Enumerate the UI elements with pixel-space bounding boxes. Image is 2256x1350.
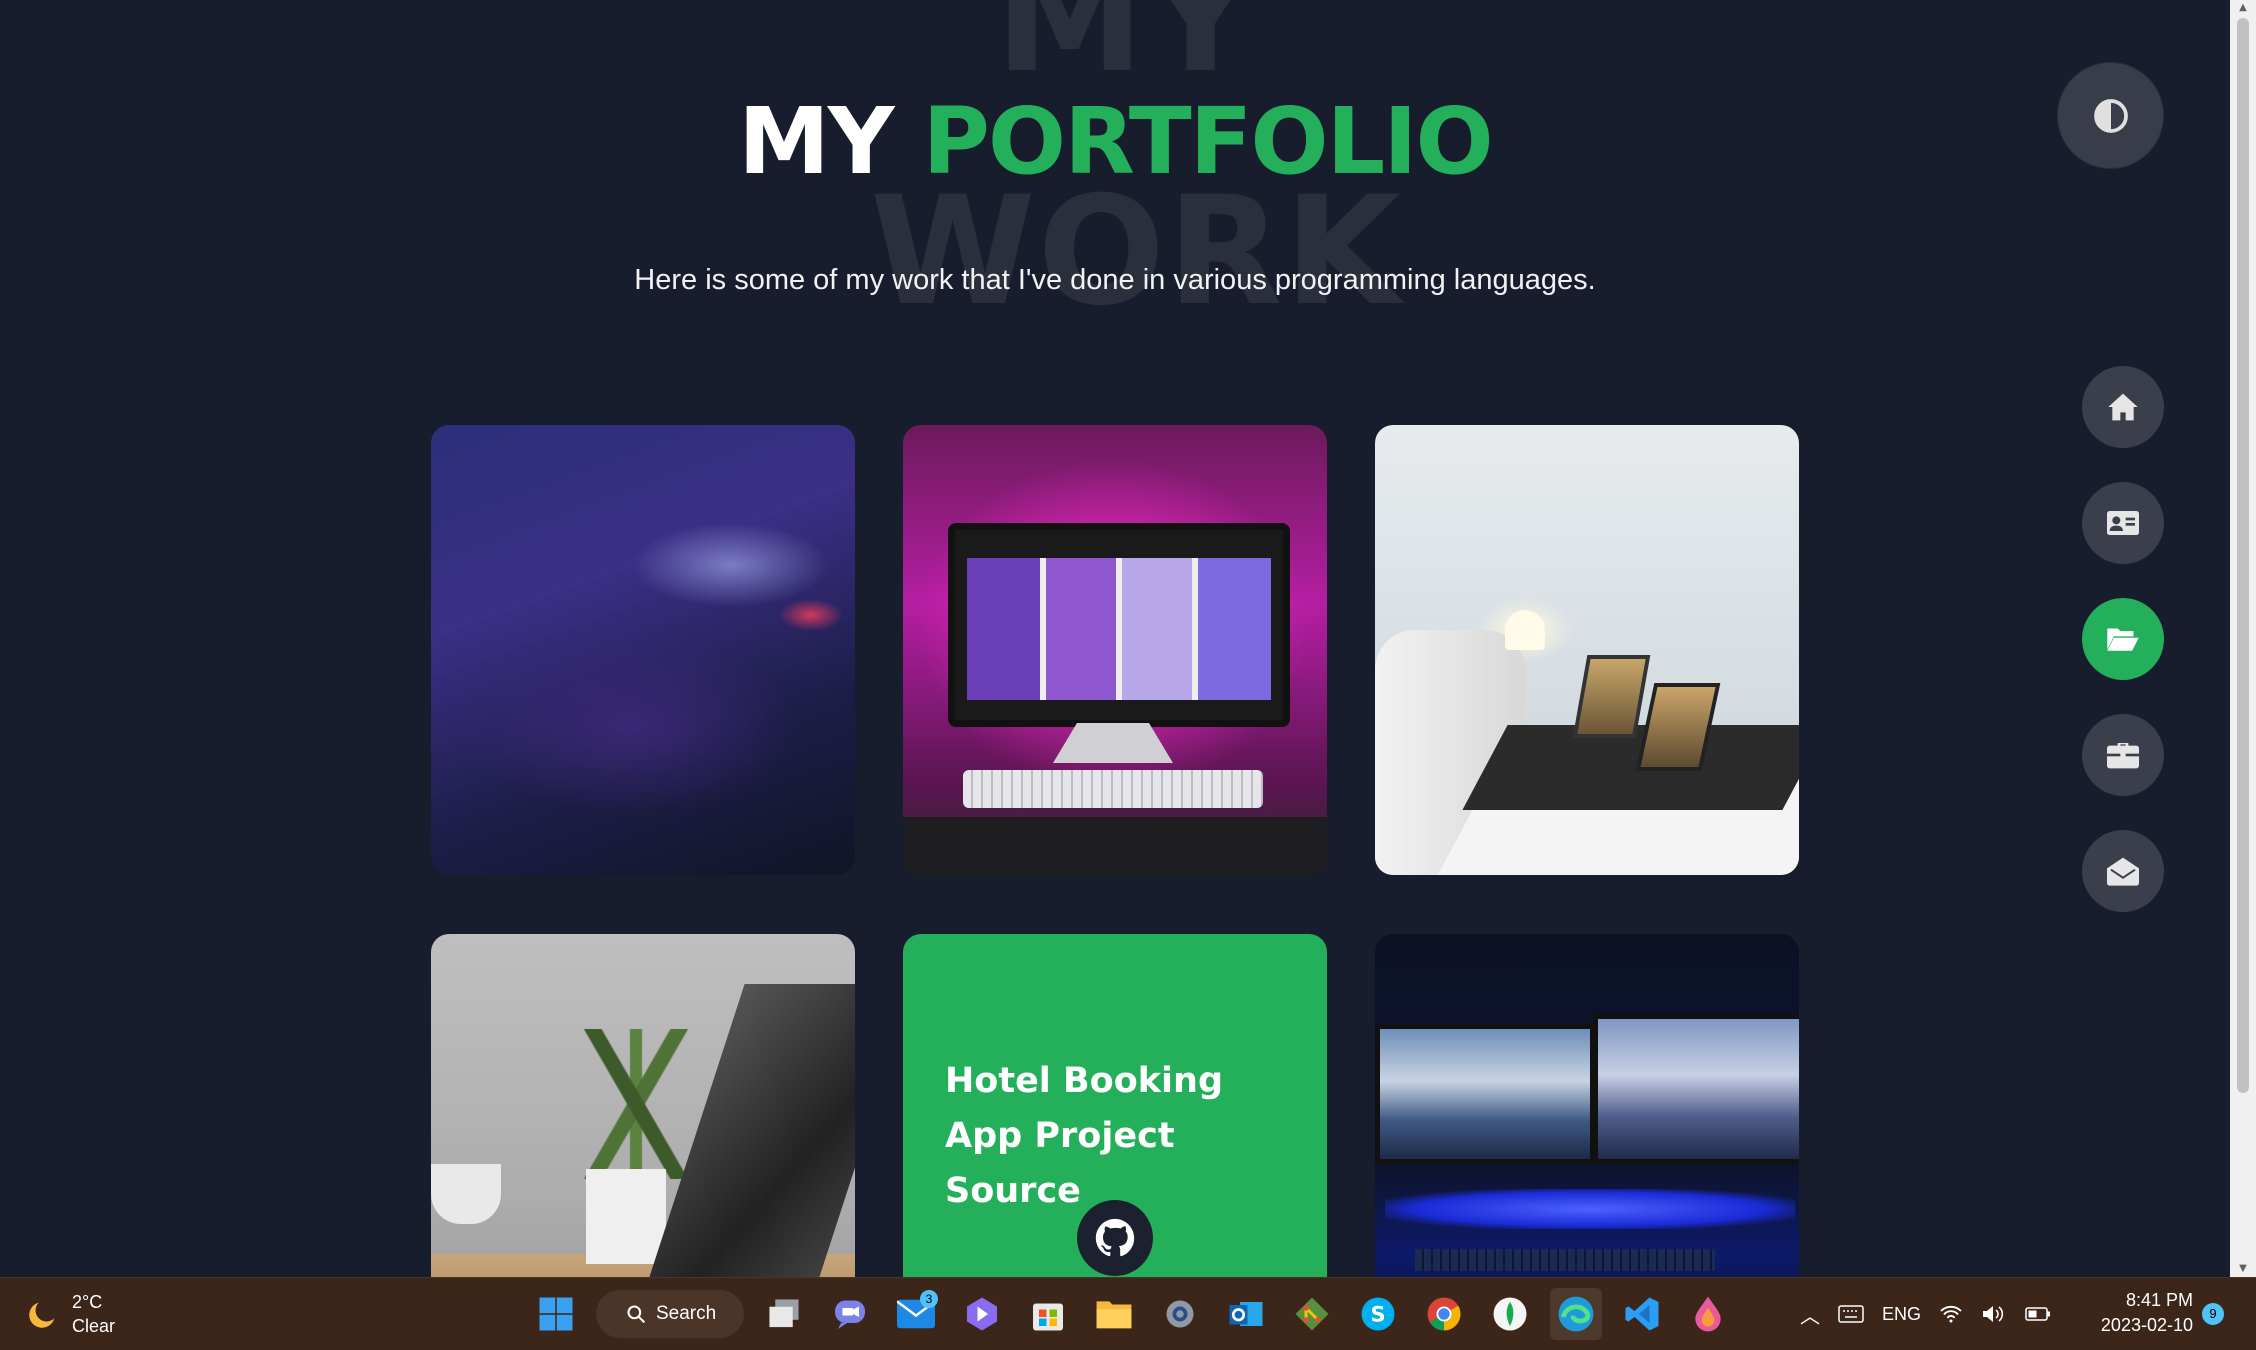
section-subtitle: Here is some of my work that I've done i… — [634, 264, 1596, 296]
outlook-icon[interactable] — [1220, 1288, 1272, 1340]
clock-time: 8:41 PM — [2125, 1290, 2193, 1310]
nav-contact-button[interactable] — [2082, 830, 2164, 912]
theme-toggle-button[interactable] — [2058, 63, 2163, 168]
language-indicator[interactable]: ENG — [1882, 1304, 1921, 1325]
battery-icon[interactable] — [2025, 1306, 2051, 1322]
led-glow-shape — [1385, 1189, 1795, 1229]
paint-drop-icon[interactable] — [1682, 1288, 1734, 1340]
volume-icon[interactable] — [1981, 1303, 2007, 1325]
task-view-icon[interactable] — [758, 1288, 810, 1340]
nav-portfolio-button[interactable] — [2082, 598, 2164, 680]
chrome-icon[interactable] — [1418, 1288, 1470, 1340]
plant-leaves-shape — [581, 1029, 691, 1179]
section-title: MY PORTFOLIO — [0, 88, 2230, 195]
home-icon — [2108, 393, 2138, 421]
mail-badge: 3 — [920, 1290, 938, 1308]
scroll-down-arrow-icon[interactable]: ▼ — [2230, 1261, 2256, 1277]
edge-icon[interactable] — [1550, 1288, 1602, 1340]
page-scrollbar[interactable]: ▲ ▼ — [2230, 0, 2256, 1277]
taskbar-search-label: Search — [656, 1303, 717, 1324]
taskbar-clock[interactable]: 8:41 PM 2023-02-10 — [2097, 1288, 2193, 1338]
wifi-icon[interactable] — [1939, 1304, 1963, 1324]
taskbar-search[interactable]: Search — [596, 1290, 744, 1338]
moon-icon — [29, 1302, 55, 1328]
keyboard-shape — [963, 770, 1263, 808]
portfolio-card-workspace[interactable] — [1375, 425, 1799, 875]
briefcase-icon — [2107, 743, 2139, 769]
plant-pot-shape — [586, 1169, 666, 1264]
scroll-up-arrow-icon[interactable]: ▲ — [2230, 0, 2256, 16]
teams-chat-icon[interactable] — [824, 1288, 876, 1340]
envelope-open-icon — [2107, 857, 2139, 886]
system-tray: ︿ ENG — [1800, 1278, 2051, 1350]
project-title: Hotel Booking App Project Source — [945, 1061, 1224, 1211]
weather-widget[interactable]: 2°C Clear — [26, 1290, 115, 1338]
store-icon[interactable] — [1022, 1288, 1074, 1340]
skype-icon[interactable]: S — [1352, 1288, 1404, 1340]
desk-shape — [903, 817, 1327, 875]
nav-home-button[interactable] — [2082, 366, 2164, 448]
svg-text:S: S — [1370, 1303, 1385, 1327]
vscode-icon[interactable] — [1616, 1288, 1668, 1340]
nav-about-button[interactable] — [2082, 482, 2164, 564]
git-icon[interactable] — [1286, 1288, 1338, 1340]
title-word-portfolio: PORTFOLIO — [922, 88, 1493, 195]
id-card-icon — [2107, 511, 2139, 535]
copilot-icon[interactable] — [956, 1288, 1008, 1340]
portfolio-card-hotel-booking[interactable]: Hotel Booking App Project Source — [903, 934, 1327, 1277]
portfolio-card-desktop[interactable] — [903, 425, 1327, 875]
search-icon — [627, 1305, 646, 1324]
mail-icon[interactable]: 3 — [890, 1288, 942, 1340]
keyboard-shape — [1415, 1249, 1715, 1271]
monitor-screen — [948, 523, 1290, 727]
cup-shape — [431, 1164, 501, 1224]
left-monitor-shape — [1375, 1024, 1595, 1164]
portfolio-card-monitors[interactable] — [1375, 934, 1799, 1277]
monitor-stand — [1053, 723, 1173, 763]
windows-start-icon[interactable] — [530, 1288, 582, 1340]
weather-temp: 2°C — [72, 1292, 103, 1312]
github-icon — [1095, 1218, 1135, 1257]
portfolio-card-keyboard[interactable] — [431, 425, 855, 875]
taskbar-apps: Search 3 S — [530, 1288, 1734, 1340]
nav-experience-button[interactable] — [2082, 714, 2164, 796]
portfolio-page: MY WORK MY PORTFOLIO Here is some of my … — [0, 0, 2230, 1277]
keyboard-icon[interactable] — [1838, 1305, 1864, 1323]
title-word-my: MY — [738, 88, 894, 195]
settings-icon[interactable] — [1154, 1288, 1206, 1340]
mongodb-compass-icon[interactable] — [1484, 1288, 1536, 1340]
contrast-icon — [2093, 98, 2128, 133]
lamp-shape — [1505, 610, 1545, 650]
weather-condition: Clear — [72, 1316, 116, 1336]
file-explorer-icon[interactable] — [1088, 1288, 1140, 1340]
notification-badge[interactable]: 9 — [2202, 1303, 2224, 1325]
scrollbar-thumb[interactable] — [2237, 18, 2249, 1093]
clock-date: 2023-02-10 — [2100, 1315, 2193, 1335]
right-monitor-shape — [1593, 1014, 1799, 1164]
portfolio-card-plant[interactable] — [431, 934, 855, 1277]
github-link-button[interactable] — [1077, 1200, 1153, 1276]
windows-taskbar: 2°C Clear Search 3 S ︿ ENG 8:41 PM 2023-… — [0, 1277, 2256, 1350]
folder-open-icon — [2107, 628, 2139, 651]
chevron-up-icon[interactable]: ︿ — [1800, 1300, 1820, 1329]
